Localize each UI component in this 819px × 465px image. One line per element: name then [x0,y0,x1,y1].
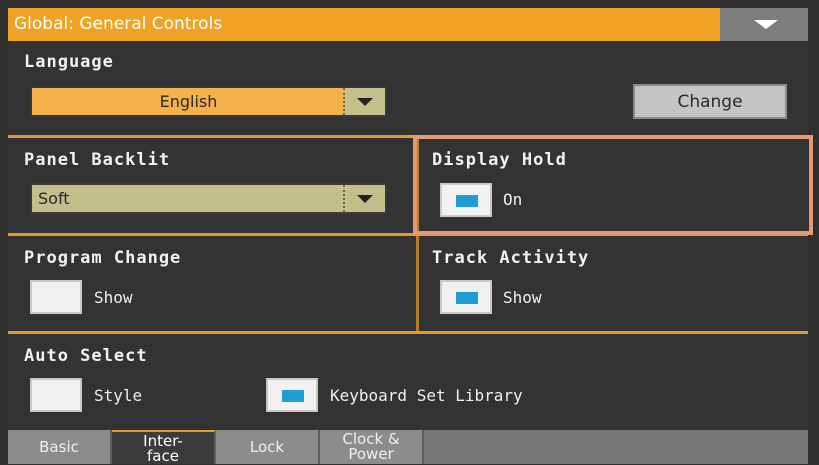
keyboard-set-library-label: Keyboard Set Library [330,386,523,405]
divider-program [8,331,808,334]
program-change-checkbox[interactable] [30,280,82,314]
panel-backlit-label: Panel Backlit [24,150,171,170]
tab-lock-label: Lock [249,438,285,456]
page-menu-button[interactable] [720,8,808,41]
track-activity-checkbox-label: Show [503,288,542,307]
track-activity-checkbox[interactable] [440,280,492,314]
display-hold-checkbox[interactable] [440,183,492,217]
title-bar: Global: General Controls [8,8,808,41]
tab-lock[interactable]: Lock [216,430,320,464]
chevron-down-icon [357,195,373,203]
checkbox-checked-mark [282,390,304,402]
divider-vertical-2 [416,236,419,331]
auto-select-style-checkbox[interactable] [30,378,82,412]
program-change-checkbox-label: Show [94,288,133,307]
chevron-down-icon [357,98,373,106]
tab-clock-power[interactable]: Clock & Power [320,430,424,464]
tab-clock-power-label-2: Power [348,445,394,463]
track-activity-label: Track Activity [432,248,590,268]
language-dropdown-arrow[interactable] [343,88,385,115]
menu-triangle-icon [754,20,778,29]
tab-bar: Basic Inter- face Lock Clock & Power [8,430,808,464]
auto-select-label: Auto Select [24,346,148,366]
checkbox-checked-mark [456,292,478,304]
language-value: English [159,92,218,111]
display-hold-checkbox-label: On [503,190,523,209]
auto-select-style-label: Style [94,386,143,405]
tab-interface-label-2: face [147,447,179,465]
tab-interface[interactable]: Inter- face [112,430,216,464]
panel-backlit-dropdown-arrow[interactable] [343,185,385,212]
change-button[interactable]: Change [633,84,787,119]
display-hold-label: Display Hold [432,150,567,170]
checkbox-checked-mark [456,195,478,207]
tab-basic[interactable]: Basic [8,430,112,464]
keyboard-set-library-checkbox[interactable] [266,378,318,412]
tab-basic-label: Basic [39,438,79,456]
language-label: Language [24,52,114,72]
window-title: Global: General Controls [14,14,223,34]
program-change-label: Program Change [24,248,182,268]
panel-backlit-value: Soft [38,189,70,208]
panel-backlit-select[interactable]: Soft [30,183,387,214]
language-select[interactable]: English [30,86,387,117]
